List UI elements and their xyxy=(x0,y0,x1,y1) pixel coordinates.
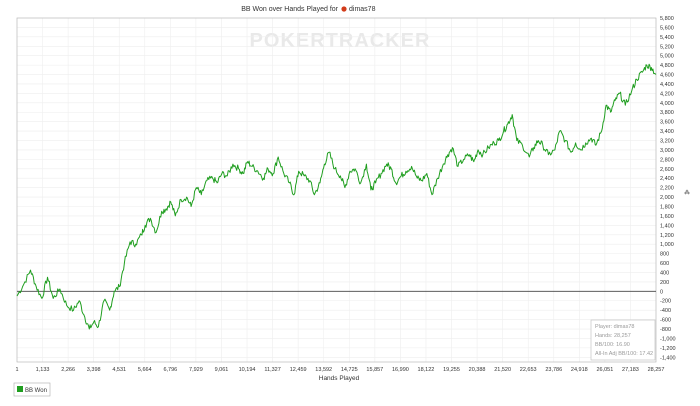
y-tick-label: 4,600 xyxy=(660,73,674,79)
x-tick-label: 19,255 xyxy=(443,367,460,373)
watermark-logo: POKERTRACKER xyxy=(250,30,431,52)
x-tick-label: 1,133 xyxy=(36,367,50,373)
x-tick-label: 21,520 xyxy=(494,367,511,373)
y-tick-label: 4,200 xyxy=(660,91,674,97)
y-tick-label: 1,800 xyxy=(660,204,674,210)
y-tick-label: 5,600 xyxy=(660,25,674,31)
x-tick-label: 5,664 xyxy=(138,367,152,373)
x-tick-label: 13,592 xyxy=(315,367,332,373)
y-tick-label: 600 xyxy=(660,261,669,267)
y-tick-label: 5,400 xyxy=(660,35,674,41)
y-tick-label: 200 xyxy=(660,280,669,286)
stats-box: Player: dimas78 Hands: 28,257 BB/100: 16… xyxy=(590,319,656,361)
y-tick-label: 2,400 xyxy=(660,176,674,182)
y-tick-label: 1,200 xyxy=(660,233,674,239)
y-tick-label: -600 xyxy=(660,318,671,324)
y-tick-label: 3,400 xyxy=(660,129,674,135)
y-tick-label: 400 xyxy=(660,270,669,276)
y-tick-label: 2,200 xyxy=(660,186,674,192)
x-tick-label: 16,990 xyxy=(392,367,409,373)
legend[interactable]: BB Won xyxy=(13,382,51,397)
x-axis-title: Hands Played xyxy=(319,375,360,382)
y-tick-label: -1,200 xyxy=(660,346,676,352)
legend-swatch-bb-won xyxy=(17,386,23,392)
y-tick-label: 2,000 xyxy=(660,195,674,201)
x-tick-label: 4,531 xyxy=(112,367,126,373)
y-tick-label: 800 xyxy=(660,252,669,258)
y-tick-label: -400 xyxy=(660,308,671,314)
x-tick-label: 28,257 xyxy=(648,367,665,373)
player-name: dimas78 xyxy=(349,6,376,13)
stats-bb100: BB/100: 16.90 xyxy=(595,342,630,348)
x-tick-label: 11,327 xyxy=(264,367,280,373)
y-tick-label: 3,800 xyxy=(660,110,674,116)
stats-player: Player: dimas78 xyxy=(595,324,634,330)
y-tick-label: 5,800 xyxy=(660,16,674,22)
y-tick-label: 3,600 xyxy=(660,120,674,126)
y-tick-label: 1,400 xyxy=(660,223,674,229)
x-tick-label: 14,725 xyxy=(341,367,358,373)
stats-hands: Hands: 28,257 xyxy=(595,333,631,339)
y-tick-label: 4,400 xyxy=(660,82,674,88)
y-tick-label: 2,800 xyxy=(660,157,674,163)
x-tick-label: 24,918 xyxy=(571,367,588,373)
x-tick-label: 3,398 xyxy=(87,367,101,373)
y-tick-label: 4,000 xyxy=(660,101,674,107)
legend-label-bb-won: BB Won xyxy=(25,388,47,394)
grid xyxy=(16,17,657,362)
x-tick-label: 2,266 xyxy=(61,367,75,373)
x-tick-label: 12,459 xyxy=(290,367,307,373)
bb-won-chart: POKERTRACKER BB Won over Hands Played fo… xyxy=(13,6,690,397)
x-tick-label: 23,786 xyxy=(545,367,562,373)
series-line-bb-won xyxy=(16,63,657,330)
y-axis: -1,400 -1,200 -1,000 -800 -600 -400 -200 0 200 40… xyxy=(660,16,676,361)
y-tick-label: 2,600 xyxy=(660,167,674,173)
x-tick-label: 6,796 xyxy=(163,367,177,373)
x-tick-label: 27,183 xyxy=(622,367,639,373)
y-tick-label: -800 xyxy=(660,327,671,333)
x-tick-label: 10,194 xyxy=(239,367,256,373)
y-tick-label: 3,000 xyxy=(660,148,674,154)
stats-allin-adj: All-In Adj BB/100: 17.42 xyxy=(595,351,653,357)
y-tick-label: 4,800 xyxy=(660,63,674,69)
y-tick-label: 0 xyxy=(660,289,663,295)
y-tick-label: -1,400 xyxy=(660,355,676,361)
y-tick-label: -200 xyxy=(660,299,671,305)
x-tick-label: 18,122 xyxy=(418,367,435,373)
x-tick-label: 22,653 xyxy=(520,367,537,373)
x-tick-label: 7,929 xyxy=(189,367,203,373)
y-tick-label: 3,200 xyxy=(660,139,674,145)
x-tick-label: 1 xyxy=(15,367,18,373)
y-tick-label: 5,200 xyxy=(660,44,674,50)
flag-icon xyxy=(341,6,347,12)
chart-title: BB Won over Hands Played for dimas78 xyxy=(241,6,375,13)
y-tick-label: 5,000 xyxy=(660,54,674,60)
y-tick-label: 1,600 xyxy=(660,214,674,220)
y-axis-marker-icon: ⁂ xyxy=(684,190,690,196)
x-tick-label: 9,061 xyxy=(215,367,229,373)
x-tick-label: 26,051 xyxy=(596,367,613,373)
chart-title-prefix: BB Won over Hands Played for xyxy=(241,6,338,13)
y-tick-label: 1,000 xyxy=(660,242,674,248)
x-axis: 1 1,133 2,266 3,398 4,531 5,664 6,796 7,929 9,06… xyxy=(15,367,664,373)
x-tick-label: 20,388 xyxy=(469,367,486,373)
y-tick-label: -1,000 xyxy=(660,336,676,342)
x-tick-label: 15,857 xyxy=(366,367,383,373)
